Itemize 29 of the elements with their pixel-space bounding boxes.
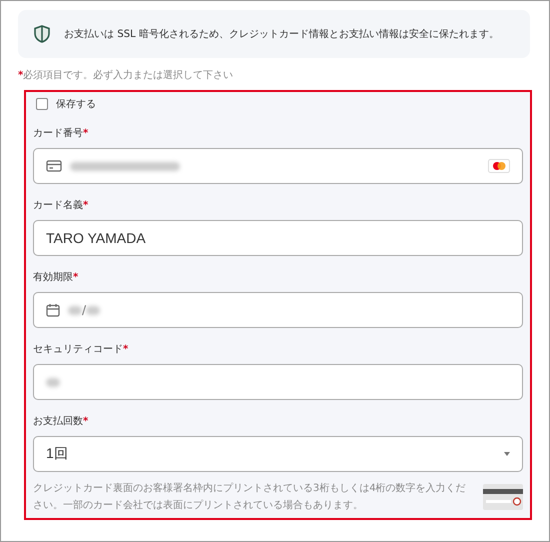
blurred-value — [86, 306, 100, 314]
required-note: 必須項目です。必ず入力または選択して下さい — [23, 68, 234, 82]
input-field[interactable]: / — [33, 292, 523, 328]
caret-icon — [504, 452, 510, 456]
input-field[interactable] — [33, 364, 523, 400]
installments-dropdown[interactable]: 1回 — [33, 436, 523, 472]
required-mark: * — [83, 416, 88, 426]
required-mark: * — [83, 200, 88, 210]
shield-icon — [34, 25, 50, 43]
save-checkbox[interactable] — [36, 98, 48, 110]
save-label: 保存する — [56, 98, 96, 111]
required-mark: * — [83, 128, 88, 138]
field-label: お支払回数 — [33, 414, 83, 428]
date-separator: / — [82, 303, 86, 317]
input-field[interactable] — [33, 148, 523, 184]
calendar-icon — [46, 303, 60, 317]
card-back-icon — [483, 484, 523, 510]
card-brand-icon — [488, 159, 510, 173]
required-mark: * — [123, 344, 128, 354]
field-label: 有効期限 — [33, 270, 73, 284]
required-mark: * — [73, 272, 78, 282]
input-field[interactable]: TARO YAMADA — [33, 220, 523, 256]
notice-text: お支払いは SSL 暗号化されるため、クレジットカード情報とお支払い情報は安全に保たれます。 — [64, 28, 499, 41]
field-label: カード名義 — [33, 199, 83, 212]
field-label: カード番号 — [33, 126, 83, 140]
required-mark: * — [18, 70, 24, 80]
credit-card-icon — [46, 160, 62, 172]
help-text: クレジットカード裏面のお客様署名枠内にプリントされている3桁もしくは4桁の数字を入力ください。一部のカード会社では表面にプリントされている場合もあります。 — [33, 482, 467, 513]
field-label: セキュリティコード — [33, 343, 123, 356]
